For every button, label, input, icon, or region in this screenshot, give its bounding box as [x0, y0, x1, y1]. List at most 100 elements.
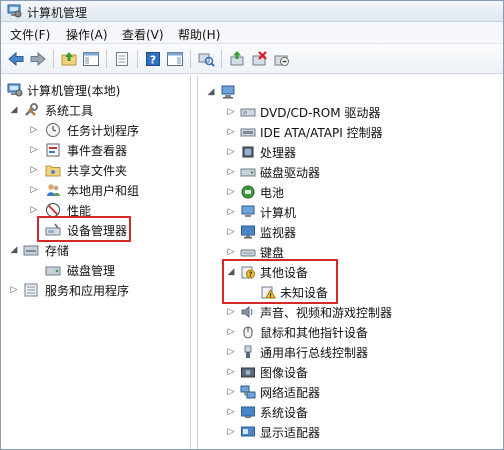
forward-arrow-icon[interactable] [29, 50, 47, 68]
services-icon [23, 282, 39, 298]
collapsed-arrow-icon[interactable]: ▷ [226, 386, 236, 398]
device-tree-root[interactable]: ◢ [206, 83, 496, 101]
tree-label-disk-management: 磁盘管理 [67, 264, 116, 278]
collapsed-arrow-icon[interactable]: ▷ [29, 204, 39, 216]
menu-help[interactable]: 帮助(H) [178, 26, 220, 43]
collapsed-arrow-icon[interactable]: ▷ [29, 164, 39, 176]
collapsed-arrow-icon[interactable]: ▷ [226, 226, 236, 238]
device-category-sound[interactable]: ▷ 声音、视频和游戏控制器 [226, 303, 496, 321]
device-category-imaging[interactable]: ▷ 图像设备 [226, 363, 496, 381]
toolbar-separator [53, 50, 54, 68]
help-icon[interactable]: ? [144, 50, 162, 68]
device-category-disk-drives[interactable]: ▷ 磁盘驱动器 [226, 163, 496, 181]
system-device-icon [240, 404, 256, 420]
device-category-label: 计算机 [260, 206, 297, 220]
tree-label-storage: 存储 [45, 244, 70, 258]
update-driver-icon[interactable] [228, 50, 246, 68]
collapsed-arrow-icon[interactable]: ▷ [226, 106, 236, 118]
back-arrow-icon[interactable] [7, 50, 25, 68]
tree-label-local-users: 本地用户和组 [67, 184, 140, 198]
collapsed-arrow-icon[interactable]: ▷ [226, 366, 236, 378]
collapsed-arrow-icon[interactable]: ▷ [226, 146, 236, 158]
device-category-label: DVD/CD-ROM 驱动器 [260, 106, 381, 120]
menu-view[interactable]: 查看(V) [122, 26, 164, 43]
collapsed-arrow-icon[interactable]: ▷ [29, 124, 39, 136]
collapsed-arrow-icon[interactable]: ▷ [226, 166, 236, 178]
device-category-ide[interactable]: ▷ IDE ATA/ATAPI 控制器 [226, 123, 496, 141]
expanded-arrow-icon[interactable]: ◢ [9, 104, 19, 116]
tree-node-event-viewer[interactable]: ▷ 事件查看器 [7, 141, 187, 159]
up-folder-icon[interactable] [60, 50, 78, 68]
tree-node-shared-folders[interactable]: ▷ 共享文件夹 [7, 161, 187, 179]
disk-drive-icon [240, 164, 256, 180]
console-tree-pane: 计算机管理(本地) ◢ 系统工具 ▷ 任务计划程序 ▷ 事件查看器 ▷ 共享文件… [3, 76, 191, 449]
menu-file[interactable]: 文件(F) [10, 26, 50, 43]
tree-node-local-users[interactable]: ▷ 本地用户和组 [7, 181, 187, 199]
tree-label-root: 计算机管理(本地) [27, 84, 121, 98]
menu-action[interactable]: 操作(A) [66, 26, 108, 43]
uninstall-device-icon[interactable] [250, 50, 268, 68]
display-adapter-icon [240, 424, 256, 440]
usb-icon [240, 344, 256, 360]
collapsed-arrow-icon[interactable]: ▷ [226, 246, 236, 258]
device-category-mouse[interactable]: ▷ 鼠标和其他指针设备 [226, 323, 496, 341]
collapsed-arrow-icon[interactable]: ▷ [29, 184, 39, 196]
collapsed-arrow-icon[interactable]: ▷ [9, 284, 19, 296]
storage-icon [23, 242, 39, 258]
speaker-icon [240, 304, 256, 320]
keyboard-icon [240, 244, 256, 260]
battery-icon [240, 184, 256, 200]
collapsed-arrow-icon[interactable]: ▷ [226, 306, 236, 318]
clock-icon [45, 122, 61, 138]
network-adapter-icon [240, 384, 256, 400]
collapsed-arrow-icon[interactable]: ▷ [226, 206, 236, 218]
device-category-label: 显示适配器 [260, 426, 321, 440]
device-category-label: 磁盘驱动器 [260, 166, 321, 180]
other-devices-highlight [222, 259, 338, 304]
tree-node-system-tools[interactable]: ◢ 系统工具 [7, 101, 187, 119]
mouse-icon [240, 324, 256, 340]
collapsed-arrow-icon[interactable]: ▷ [226, 406, 236, 418]
collapsed-arrow-icon[interactable]: ▷ [226, 186, 236, 198]
tree-node-disk-management[interactable]: 磁盘管理 [7, 261, 187, 279]
collapsed-arrow-icon[interactable]: ▷ [226, 126, 236, 138]
tree-node-storage[interactable]: ◢ 存储 [7, 241, 187, 259]
scan-hardware-icon[interactable] [197, 50, 215, 68]
device-category-network[interactable]: ▷ 网络适配器 [226, 383, 496, 401]
users-icon [45, 182, 61, 198]
collapsed-arrow-icon[interactable]: ▷ [226, 346, 236, 358]
toolbar-separator [106, 50, 107, 68]
device-category-usb[interactable]: ▷ 通用串行总线控制器 [226, 343, 496, 361]
device-category-battery[interactable]: ▷ 电池 [226, 183, 496, 201]
expanded-arrow-icon[interactable]: ◢ [9, 244, 19, 256]
properties-icon[interactable] [113, 50, 131, 68]
toolbar-separator [137, 50, 138, 68]
shared-folder-icon [45, 162, 61, 178]
action-pane-icon[interactable] [166, 50, 184, 68]
device-category-display[interactable]: ▷ 显示适配器 [226, 423, 496, 441]
device-category-label: IDE ATA/ATAPI 控制器 [260, 126, 383, 140]
computer-icon [240, 204, 256, 220]
device-tree-pane: ◢ ▷ DVD/CD-ROM 驱动器 ▷ IDE ATA/ATAPI 控制器 ▷ [197, 76, 502, 449]
toolbar: ? [1, 44, 503, 74]
device-category-monitor[interactable]: ▷ 监视器 [226, 223, 496, 241]
expanded-arrow-icon[interactable]: ◢ [206, 86, 216, 98]
device-category-label: 电池 [260, 186, 285, 200]
tree-node-services-apps[interactable]: ▷ 服务和应用程序 [7, 281, 187, 299]
device-category-computer[interactable]: ▷ 计算机 [226, 203, 496, 221]
device-category-system[interactable]: ▷ 系统设备 [226, 403, 496, 421]
collapsed-arrow-icon[interactable]: ▷ [226, 326, 236, 338]
tree-node-task-scheduler[interactable]: ▷ 任务计划程序 [7, 121, 187, 139]
device-category-label: 声音、视频和游戏控制器 [260, 306, 393, 320]
device-category-processor[interactable]: ▷ 处理器 [226, 143, 496, 161]
computer-management-icon [7, 82, 23, 98]
device-category-dvd[interactable]: ▷ DVD/CD-ROM 驱动器 [226, 103, 496, 121]
disable-device-icon[interactable] [272, 50, 290, 68]
tree-node-computer-management[interactable]: 计算机管理(本地) [7, 81, 187, 99]
computer-management-icon [7, 4, 22, 18]
tree-label-event-viewer: 事件查看器 [67, 144, 128, 158]
collapsed-arrow-icon[interactable]: ▷ [226, 426, 236, 438]
show-hide-tree-icon[interactable] [82, 50, 100, 68]
collapsed-arrow-icon[interactable]: ▷ [29, 144, 39, 156]
tree-label-system-tools: 系统工具 [45, 104, 94, 118]
